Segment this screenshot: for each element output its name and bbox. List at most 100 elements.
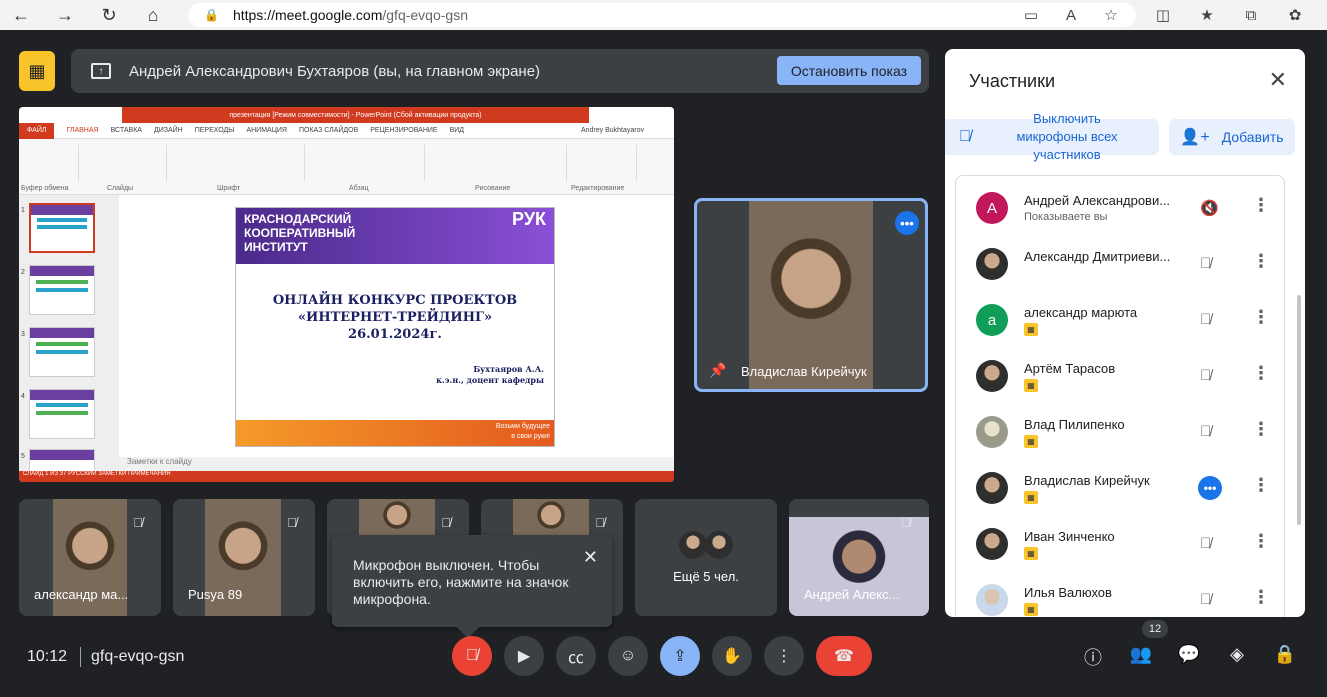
separator (80, 647, 81, 667)
participant-name: Артём Тарасов (1024, 361, 1116, 376)
ppt-current-slide: КРАСНОДАРСКИЙ КООПЕРАТИВНЫЙ ИНСТИТУТ РУК… (235, 207, 555, 447)
reactions-button[interactable]: ☺ (608, 636, 648, 676)
url-path: /gfq-evqo-gsn (382, 7, 468, 23)
ppt-ribbon: Буфер обмена Слайды Шрифт Абзац Рисовани… (19, 139, 674, 195)
recording-badge-icon: ▦ (1024, 491, 1038, 504)
meeting-code: gfq-evqo-gsn (91, 648, 185, 665)
captions-button[interactable]: ㏄ (556, 636, 596, 676)
participant-name: Александр Дмитриеви... (1024, 249, 1171, 264)
more-vert-icon[interactable]: ⋮ (1252, 531, 1270, 552)
list-item[interactable]: Александр Дмитриеви... 🎙̸ ⋮ (956, 236, 1284, 292)
more-vert-icon: ⋮ (776, 648, 792, 665)
back-icon[interactable]: ← (6, 0, 36, 30)
avatar (679, 531, 707, 559)
slide-thumbnail (29, 203, 95, 253)
more-participants-tile[interactable]: Ещё 5 чел. (635, 499, 777, 616)
more-vert-icon[interactable]: ⋮ (1252, 307, 1270, 328)
video-tile[interactable]: 🎙̸ александр ма... (19, 499, 161, 616)
participant-status: Показываете вы (1024, 211, 1108, 223)
more-vert-icon[interactable]: ⋮ (1252, 587, 1270, 608)
address-bar[interactable]: 🔒 https://meet.google.com/gfq-evqo-gsn (188, 3, 1136, 27)
ppt-tab: ПЕРЕХОДЫ (194, 127, 235, 134)
list-item[interactable]: Илья Валюхов ▦ 🎙̸ ⋮ (956, 572, 1284, 617)
mic-off-icon: 🎙̸ (1200, 311, 1212, 328)
slide-thumbnail (29, 327, 95, 377)
scrollbar[interactable] (1297, 295, 1301, 525)
list-item[interactable]: Владислав Кирейчук ▦ ••• ⋮ (956, 460, 1284, 516)
more-vert-icon[interactable]: ⋮ (1252, 363, 1270, 384)
list-item[interactable]: Влад Пилипенко ▦ 🎙̸ ⋮ (956, 404, 1284, 460)
favorites-icon[interactable]: ★ (1192, 0, 1222, 30)
activities-icon[interactable]: ◈ (1224, 644, 1250, 665)
present-screen-button[interactable]: ⇪ (660, 636, 700, 676)
mic-off-icon: 🎙̸ (1200, 591, 1212, 608)
ppt-group-label: Шрифт (217, 185, 241, 192)
close-icon[interactable]: ✕ (1269, 67, 1287, 93)
recording-badge-icon: ▦ (1024, 547, 1038, 560)
more-vert-icon[interactable]: ⋮ (1252, 419, 1270, 440)
slide-title: ОНЛАЙН КОНКУРС ПРОЕКТОВ «ИНТЕРНЕТ-ТРЕЙДИ… (236, 292, 554, 343)
people-icon[interactable]: 👥 (1128, 644, 1154, 665)
camera-permission-icon[interactable]: ▭ (1016, 0, 1046, 30)
more-options-icon[interactable]: ••• (895, 211, 919, 235)
more-options-button[interactable]: ⋮ (764, 636, 804, 676)
lock-icon: 🔒 (204, 8, 219, 22)
spotlight-video-tile[interactable]: ••• 📌 Владислав Кирейчук (694, 198, 928, 392)
mute-all-button[interactable]: 🎙̸ Выключить микрофоны всех участников (945, 111, 1159, 162)
close-icon[interactable]: ✕ (583, 547, 598, 568)
home-icon[interactable]: ⌂ (138, 0, 168, 30)
leave-call-button[interactable]: ☎ (816, 636, 872, 676)
mic-off-icon: 🎙̸ (901, 514, 911, 530)
ppt-group-label: Редактирование (571, 185, 625, 192)
ppt-tab: ДИЗАЙН (153, 127, 183, 134)
more-vert-icon[interactable]: ⋮ (1252, 475, 1270, 496)
split-screen-icon[interactable]: ◫ (1148, 0, 1178, 30)
mute-all-label: Выключить микрофоны всех участников (1016, 111, 1118, 162)
forward-icon[interactable]: → (50, 0, 80, 30)
read-aloud-icon[interactable]: A (1056, 0, 1086, 30)
meeting-info-icon[interactable]: ⓘ (1080, 644, 1106, 670)
video-tile[interactable]: 🎙̸ Андрей Алекс... (789, 499, 929, 616)
reload-icon[interactable]: ↻ (94, 0, 124, 30)
mic-off-icon: 🎙̸ (1200, 255, 1212, 272)
slide-org-line: ИНСТИТУТ (244, 240, 308, 254)
list-item[interactable]: А Андрей Александрови... Показываете вы … (956, 180, 1284, 236)
ppt-window-title: презентация [Режим совместимости] - Powe… (122, 107, 589, 123)
url-host: https://meet.google.com (232, 7, 383, 23)
slide-footer-line: в свои руки! (511, 433, 550, 440)
stop-presenting-button[interactable]: Остановить показ (776, 56, 921, 85)
mic-off-icon: 🎙̸ (133, 514, 143, 530)
slide-org-line: КООПЕРАТИВНЫЙ (244, 226, 356, 240)
host-controls-icon[interactable]: 🔒 (1272, 644, 1298, 665)
slide-author-name: Бухтаяров А.А. (473, 364, 544, 374)
clock: 10:12 (27, 648, 68, 665)
chat-icon[interactable]: 💬 (1176, 644, 1202, 665)
slide-footer-line: Возьми будущее (495, 423, 550, 430)
hang-up-icon: ☎ (834, 648, 854, 665)
collections-icon[interactable]: ⧉ (1236, 0, 1266, 30)
mic-toggle-button[interactable]: 🎙̸ (452, 636, 492, 676)
list-item[interactable]: а александр марюта ▦ 🎙̸ ⋮ (956, 292, 1284, 348)
slide-author-title: к.э.н., доцент кафедры (436, 375, 544, 385)
add-label: Добавить (1221, 129, 1284, 145)
video-tile[interactable]: 🎙̸ Pusya 89 (173, 499, 315, 616)
slide-number: 3 (21, 331, 25, 338)
add-people-button[interactable]: 👤+ Добавить (1169, 119, 1295, 155)
recording-badge-icon: ▦ (1024, 603, 1038, 616)
more-vert-icon[interactable]: ⋮ (1252, 195, 1270, 216)
extensions-icon[interactable]: ✿ (1280, 0, 1310, 30)
ppt-tab: АНИМАЦИЯ (246, 127, 287, 134)
participant-name: Андрей Алекс... (804, 587, 900, 602)
camera-toggle-button[interactable]: ▶ (504, 636, 544, 676)
slide-number: 2 (21, 269, 25, 276)
more-vert-icon[interactable]: ⋮ (1252, 251, 1270, 272)
slide-footer: Возьми будущее в свои руки! (236, 420, 554, 446)
favorite-star-icon[interactable]: ☆ (1096, 0, 1126, 30)
list-item[interactable]: Иван Зинченко ▦ 🎙̸ ⋮ (956, 516, 1284, 572)
mic-off-icon: 🎙̸ (1200, 535, 1212, 552)
hand-icon: ✋ (722, 648, 742, 665)
raise-hand-button[interactable]: ✋ (712, 636, 752, 676)
pin-icon[interactable]: 📌 (709, 362, 726, 379)
recording-off-icon[interactable]: ▦ (19, 51, 55, 91)
list-item[interactable]: Артём Тарасов ▦ 🎙̸ ⋮ (956, 348, 1284, 404)
